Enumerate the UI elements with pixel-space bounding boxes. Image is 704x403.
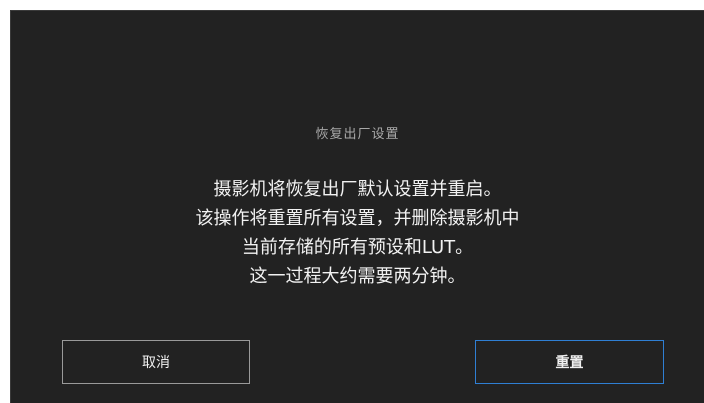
- message-line: 当前存储的所有预设和LUT。: [241, 237, 474, 258]
- dialog-title: 恢复出厂设置: [315, 127, 400, 142]
- factory-reset-dialog: 恢复出厂设置 摄影机将恢复出厂默认设置并重启。 该操作将重置所有设置，并删除摄影…: [10, 10, 704, 403]
- message-line: 这一过程大约需要两分钟。: [249, 266, 466, 287]
- cancel-button[interactable]: 取消: [62, 340, 250, 384]
- reset-button[interactable]: 重置: [475, 340, 664, 384]
- message-line: 摄影机将恢复出厂默认设置并重启。: [213, 179, 502, 200]
- dialog-message: 摄影机将恢复出厂默认设置并重启。 该操作将重置所有设置，并删除摄影机中 当前存储…: [11, 175, 704, 291]
- message-line: 该操作将重置所有设置，并删除摄影机中: [195, 208, 520, 229]
